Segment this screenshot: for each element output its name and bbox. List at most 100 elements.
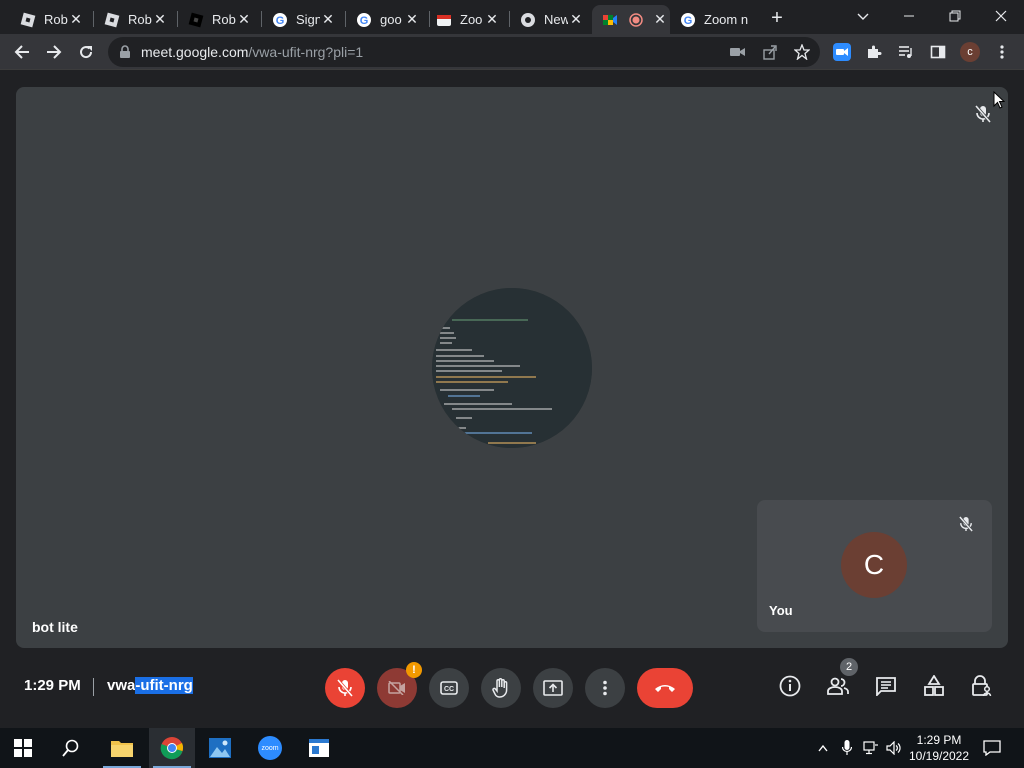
meet-call-view: bot lite C You 1:29 PM vwa-ufit-nrg ! CC: [0, 71, 1024, 728]
shared-screen-thumbnail: [432, 288, 592, 448]
network-icon: [863, 741, 878, 755]
svg-text:G: G: [276, 15, 285, 27]
extensions-button[interactable]: [860, 38, 888, 66]
self-label: You: [769, 603, 793, 618]
restore-icon: [949, 10, 961, 22]
close-tab-icon[interactable]: ✕: [652, 11, 668, 28]
media-control-button[interactable]: [892, 38, 920, 66]
reload-button[interactable]: [72, 38, 100, 66]
lock-person-icon: [972, 675, 992, 697]
tab-4[interactable]: G Sign ✕: [262, 5, 344, 34]
chevron-down-icon: [857, 13, 869, 20]
chrome-taskbar-button[interactable]: [149, 728, 195, 768]
presenter-tile[interactable]: bot lite C You: [16, 87, 1008, 648]
close-tab-icon[interactable]: ✕: [320, 11, 336, 28]
photos-button[interactable]: [197, 728, 243, 768]
forward-button[interactable]: [40, 38, 68, 66]
more-vert-icon: [1000, 45, 1004, 59]
address-bar[interactable]: meet.google.com/vwa-ufit-nrg?pli=1: [108, 37, 820, 67]
close-tab-icon[interactable]: ✕: [68, 11, 84, 28]
self-view-tile[interactable]: C You: [757, 500, 992, 632]
show-hidden-icons-button[interactable]: [814, 728, 832, 768]
microphone-tray-button[interactable]: [838, 728, 856, 768]
notification-center-icon: [983, 740, 1001, 756]
profile-button[interactable]: c: [956, 38, 984, 66]
raise-hand-button[interactable]: [481, 668, 521, 708]
clock-button[interactable]: 1:29 PM 10/19/2022: [905, 732, 973, 764]
roblox-icon: [20, 12, 36, 28]
close-tab-icon[interactable]: ✕: [236, 11, 252, 28]
activities-shapes-icon: [924, 675, 944, 696]
tab-title: Zoom n: [704, 12, 749, 27]
camera-in-use-icon[interactable]: [728, 42, 748, 62]
bookmark-star-icon[interactable]: [792, 42, 812, 62]
new-tab-button[interactable]: +: [766, 7, 788, 29]
close-tab-icon[interactable]: ✕: [404, 11, 420, 28]
tab-7[interactable]: New ✕: [510, 5, 592, 34]
volume-tray-button[interactable]: [884, 728, 904, 768]
presenter-name: bot lite: [32, 619, 78, 635]
chrome-menu-button[interactable]: [988, 38, 1016, 66]
roblox-black-icon: [188, 12, 204, 28]
tab-2[interactable]: Rob ✕: [94, 5, 176, 34]
app-window-button[interactable]: [296, 728, 342, 768]
tab-title: Rob: [44, 12, 68, 27]
restore-button[interactable]: [932, 0, 978, 32]
chat-button[interactable]: [870, 670, 902, 702]
avatar: C: [841, 532, 907, 598]
search-button[interactable]: [48, 728, 94, 768]
speaker-icon: [886, 741, 901, 755]
network-tray-button[interactable]: [861, 728, 881, 768]
side-panel-icon: [930, 45, 946, 59]
camera-off-icon: [388, 681, 405, 695]
camera-button[interactable]: !: [377, 662, 422, 708]
share-icon[interactable]: [760, 42, 780, 62]
minimize-icon: [904, 15, 914, 17]
notifications-button[interactable]: [980, 728, 1004, 768]
more-options-button[interactable]: [585, 668, 625, 708]
side-panel-button[interactable]: [924, 38, 952, 66]
present-screen-button[interactable]: [533, 668, 573, 708]
close-tab-icon[interactable]: ✕: [568, 11, 584, 28]
zoom-extension-button[interactable]: [828, 38, 856, 66]
close-window-button[interactable]: [978, 0, 1024, 32]
svg-text:G: G: [360, 15, 369, 27]
lock-icon: [120, 45, 130, 58]
people-button[interactable]: 2: [822, 658, 858, 702]
meeting-time: 1:29 PM: [24, 677, 81, 694]
zoom-app-button[interactable]: zoom: [247, 728, 293, 768]
tab-3[interactable]: Rob ✕: [178, 5, 260, 34]
people-icon: [827, 677, 849, 695]
zoom-extension-icon: [833, 43, 851, 61]
tab-meet-active[interactable]: ✕: [592, 5, 670, 34]
host-controls-button[interactable]: [966, 670, 998, 702]
zoom-app-icon: zoom: [258, 736, 282, 760]
file-explorer-button[interactable]: [99, 728, 145, 768]
minimize-button[interactable]: [886, 0, 932, 32]
search-icon: [62, 739, 79, 757]
meeting-code[interactable]: vwa-ufit-nrg: [107, 677, 193, 694]
leave-call-button[interactable]: [637, 668, 693, 708]
close-tab-icon[interactable]: ✕: [152, 11, 168, 28]
url-host: meet.google.com: [141, 44, 249, 60]
tab-5[interactable]: G goo ✕: [346, 5, 428, 34]
meeting-details-button[interactable]: [774, 670, 806, 702]
browser-toolbar: meet.google.com/vwa-ufit-nrg?pli=1 c: [0, 34, 1024, 70]
arrow-left-icon: [14, 45, 29, 59]
tab-6[interactable]: Zoo ✕: [426, 5, 508, 34]
captions-button[interactable]: CC: [429, 668, 469, 708]
zoom-page-icon: [436, 12, 452, 28]
tab-search-button[interactable]: [840, 0, 886, 32]
start-button[interactable]: [0, 728, 46, 768]
camera-warning-badge: !: [406, 662, 422, 678]
unmute-mic-button[interactable]: [325, 668, 365, 708]
back-button[interactable]: [8, 38, 36, 66]
mic-off-icon: [337, 679, 353, 697]
close-tab-icon[interactable]: ✕: [484, 11, 500, 28]
tab-9[interactable]: G Zoom n: [670, 5, 754, 34]
windows-taskbar: zoom 1:29 PM 10/19/2022: [0, 728, 1024, 768]
meeting-code-prefix: vwa: [107, 677, 136, 694]
activities-button[interactable]: [918, 670, 950, 702]
tab-1[interactable]: Rob ✕: [10, 5, 92, 34]
tab-title: goo: [380, 12, 402, 27]
